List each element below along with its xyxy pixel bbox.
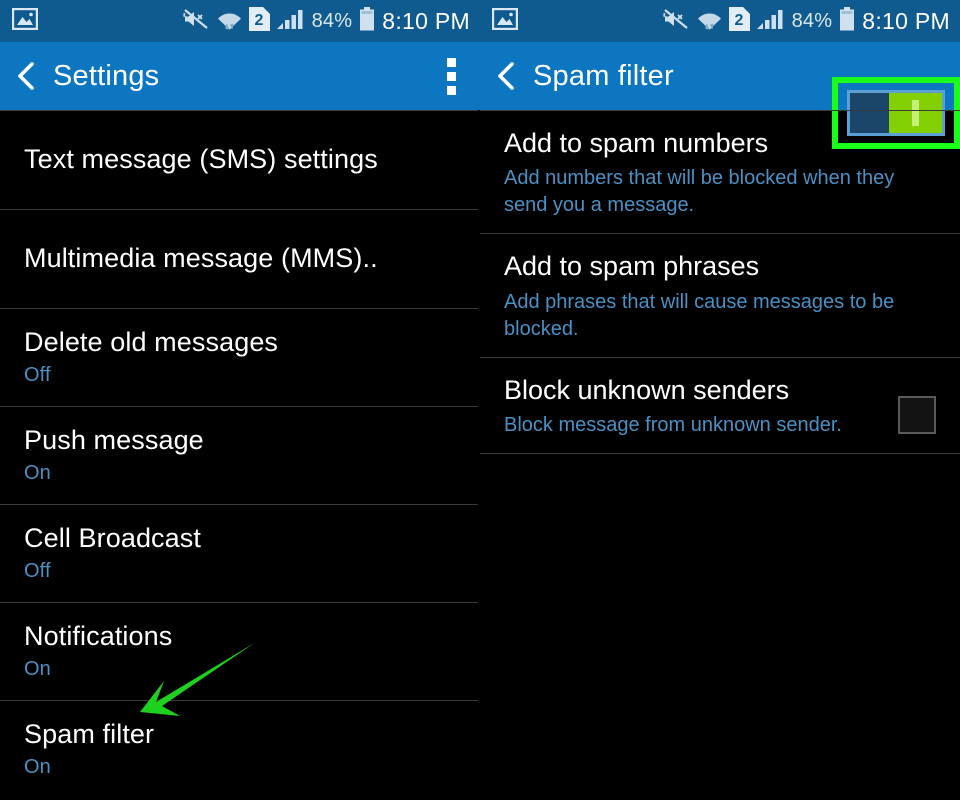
list-item-text: Spam filter On: [24, 719, 456, 780]
clock-label: 8:10 PM: [862, 7, 950, 34]
screenshot-image-icon: [11, 7, 39, 35]
clock-label: 8:10 PM: [382, 7, 470, 34]
list-item-title: Push message: [24, 424, 204, 455]
overflow-dot: [447, 71, 456, 81]
battery-percent-label: 84%: [791, 9, 833, 32]
list-item-text: Block unknown senders Block message from…: [504, 358, 884, 453]
block-unknown-senders-checkbox[interactable]: [898, 395, 936, 434]
list-item-text: Add to spam phrases Add phrases that wil…: [504, 234, 936, 356]
list-item-description: Add phrases that will cause messages to …: [504, 290, 895, 340]
status-bar-left-icons: [491, 7, 519, 35]
list-item-spam-filter[interactable]: Spam filter On: [0, 701, 480, 798]
overflow-menu-icon[interactable]: [447, 57, 456, 95]
list-item-status: Off: [24, 560, 51, 583]
list-item-title: Add to spam numbers: [504, 128, 769, 158]
action-bar-settings: Settings: [0, 42, 480, 110]
list-item-text: Delete old messages Off: [24, 327, 456, 388]
overflow-dot: [447, 57, 456, 67]
wifi-icon: [217, 7, 242, 36]
status-bar-left-icons: [11, 7, 39, 35]
list-item-push-message[interactable]: Push message On: [0, 407, 480, 504]
list-item-text-message-sms-settings[interactable]: Text message (SMS) settings: [0, 111, 480, 209]
list-item-delete-old-messages[interactable]: Delete old messages Off: [0, 309, 480, 406]
screen: 2 84% 8:10 PM Settings Text message (SMS…: [0, 0, 960, 800]
list-item-text: Add to spam numbers Add numbers that wil…: [504, 111, 936, 233]
battery-icon: [359, 6, 375, 36]
list-item-title: Block unknown senders: [504, 374, 790, 405]
sim-2-icon: 2: [728, 6, 750, 36]
status-bar-right-icons: 2 84% 8:10 PM: [182, 6, 470, 36]
list-item-title: Text message (SMS) settings: [24, 144, 378, 175]
status-bar-right: 2 84% 8:10 PM: [480, 0, 960, 42]
list-item-add-to-spam-phrases[interactable]: Add to spam phrases Add phrases that wil…: [480, 234, 960, 356]
mute-vibrate-off-icon: [662, 7, 690, 36]
list-item-title: Notifications: [24, 620, 173, 651]
wifi-icon: [697, 7, 722, 36]
list-item-title: Spam filter: [24, 718, 155, 749]
status-bar-right-icons: 2 84% 8:10 PM: [662, 6, 950, 36]
left-panel-settings: 2 84% 8:10 PM Settings Text message (SMS…: [0, 0, 480, 800]
svg-text:2: 2: [734, 12, 743, 29]
divider: [480, 453, 960, 455]
list-item-status: On: [24, 756, 51, 779]
list-item-cell-broadcast[interactable]: Cell Broadcast Off: [0, 505, 480, 602]
settings-list: Text message (SMS) settings Multimedia m…: [0, 110, 480, 798]
battery-icon: [839, 6, 855, 36]
list-item-status: Off: [24, 364, 51, 387]
back-chevron-icon[interactable]: [13, 60, 39, 92]
list-item-description: Block message from unknown sender.: [504, 414, 842, 437]
list-item-text: Multimedia message (MMS)..: [24, 243, 456, 274]
list-item-title: Add to spam phrases: [504, 251, 760, 282]
page-title-settings: Settings: [53, 59, 160, 92]
mute-vibrate-off-icon: [182, 7, 210, 36]
list-item-title: Cell Broadcast: [24, 522, 201, 553]
back-chevron-icon[interactable]: [493, 60, 519, 92]
list-item-status: On: [24, 462, 51, 485]
list-item-notifications[interactable]: Notifications On: [0, 603, 480, 700]
sim-2-icon: 2: [248, 6, 270, 36]
list-item-add-to-spam-numbers[interactable]: Add to spam numbers Add numbers that wil…: [480, 111, 960, 233]
action-bar-spam-filter: Spam filter: [480, 42, 960, 149]
overflow-dot: [447, 85, 456, 95]
signal-bars-icon: [276, 7, 305, 36]
signal-bars-icon: [756, 7, 785, 36]
svg-text:2: 2: [254, 12, 263, 29]
right-panel-spam-filter: 2 84% 8:10 PM Spam filter Add to spam nu…: [480, 0, 960, 800]
screenshot-image-icon: [491, 7, 519, 35]
list-item-status: On: [24, 658, 51, 681]
list-item-title: Delete old messages: [24, 326, 279, 357]
list-item-block-unknown-senders[interactable]: Block unknown senders Block message from…: [480, 358, 960, 453]
status-bar-left: 2 84% 8:10 PM: [0, 0, 480, 42]
spam-filter-list: Add to spam numbers Add numbers that wil…: [480, 110, 960, 455]
list-item-description: Add numbers that will be blocked when th…: [504, 167, 895, 217]
list-item-title: Multimedia message (MMS)..: [24, 243, 378, 274]
list-item-text: Push message On: [24, 425, 456, 486]
list-item-multimedia-message-mms[interactable]: Multimedia message (MMS)..: [0, 210, 480, 308]
page-title-spam-filter: Spam filter: [533, 59, 674, 92]
list-item-text: Cell Broadcast Off: [24, 523, 456, 584]
list-item-text: Text message (SMS) settings: [24, 144, 456, 175]
battery-percent-label: 84%: [311, 9, 353, 32]
list-item-text: Notifications On: [24, 621, 456, 682]
